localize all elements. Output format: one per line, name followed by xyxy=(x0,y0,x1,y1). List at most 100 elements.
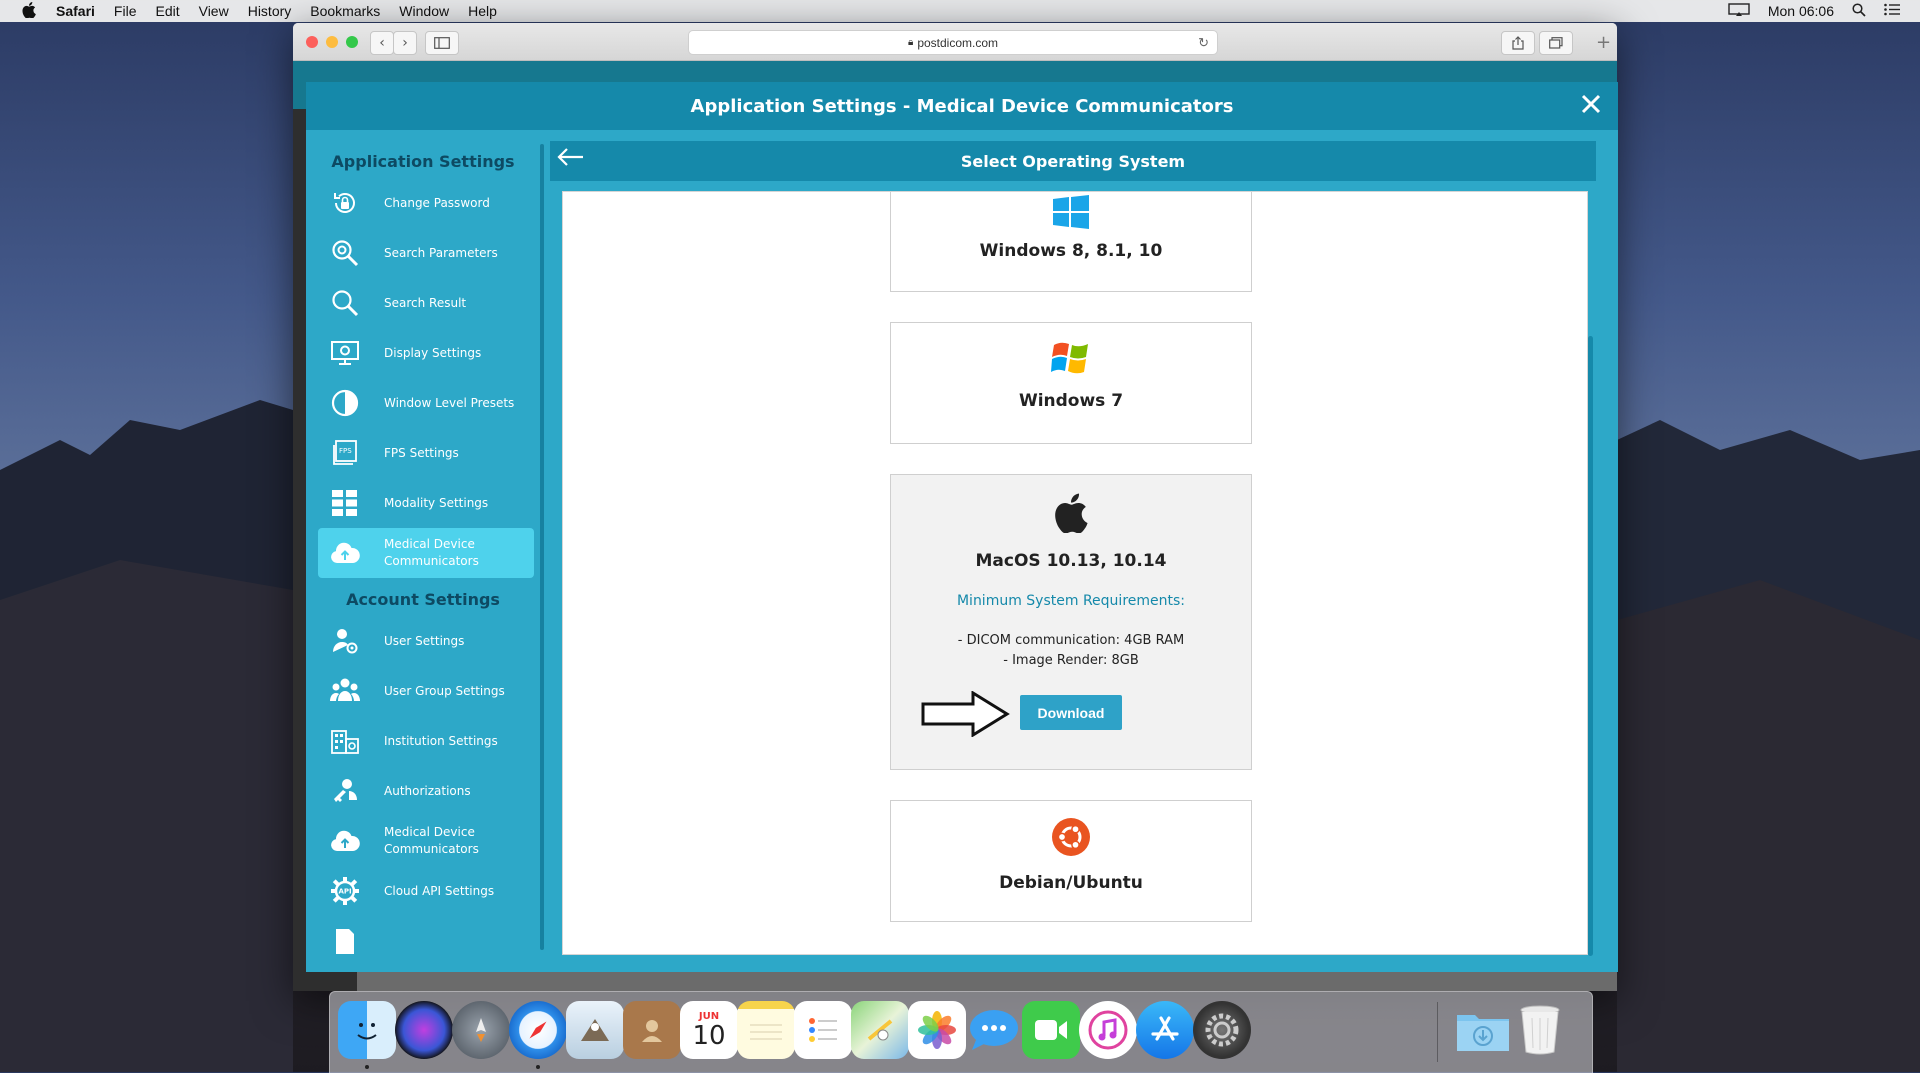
monitor-gear-icon xyxy=(330,338,360,368)
photos-icon[interactable] xyxy=(908,1001,966,1059)
sidebar-item-change-password[interactable]: Change Password xyxy=(318,178,534,228)
zoom-window-button[interactable] xyxy=(346,36,358,48)
menu-history[interactable]: History xyxy=(248,3,292,19)
pointer-arrow-icon xyxy=(921,691,1010,737)
search-gear-icon xyxy=(330,238,360,268)
chevron-left-icon: ‹ xyxy=(379,35,385,51)
back-arrow-button[interactable] xyxy=(556,145,588,177)
menu-safari[interactable]: Safari xyxy=(56,3,95,19)
spotlight-search-icon[interactable] xyxy=(1852,2,1866,20)
launchpad-icon[interactable] xyxy=(452,1001,510,1059)
new-tab-icon[interactable]: + xyxy=(1596,32,1611,53)
menu-bookmarks[interactable]: Bookmarks xyxy=(310,3,380,19)
sidebar-item-cloud-api-settings[interactable]: API Cloud API Settings xyxy=(318,866,534,916)
application-settings-heading: Application Settings xyxy=(331,152,515,171)
os-card-macos[interactable]: MacOS 10.13, 10.14 Minimum System Requir… xyxy=(890,474,1252,770)
os-card-windows-10[interactable]: Windows 8, 8.1, 10 xyxy=(890,192,1252,292)
contrast-icon xyxy=(330,388,360,418)
close-window-button[interactable] xyxy=(306,36,318,48)
downloads-folder-icon[interactable] xyxy=(1454,1001,1512,1059)
sidebar-item-partial[interactable] xyxy=(318,916,534,966)
sidebar-item-label: Search Parameters xyxy=(384,245,498,260)
user-gear-icon xyxy=(330,626,360,656)
sidebar-item-medical-device-communicators-account[interactable]: Medical Device Communicators xyxy=(318,816,534,866)
sidebar-item-authorizations[interactable]: Authorizations xyxy=(318,766,534,816)
panel-scrollbar[interactable] xyxy=(1588,336,1593,956)
menu-file[interactable]: File xyxy=(114,3,137,19)
sidebar-item-label: Cloud API Settings xyxy=(384,883,495,898)
reminders-icon[interactable] xyxy=(794,1001,852,1059)
calendar-icon[interactable]: JUN 10 xyxy=(680,1001,738,1059)
chevron-right-icon: › xyxy=(402,35,408,51)
grid-icon xyxy=(330,488,360,518)
sidebar-item-modality-settings[interactable]: Modality Settings xyxy=(318,478,534,528)
menu-edit[interactable]: Edit xyxy=(155,3,179,19)
close-modal-button[interactable] xyxy=(1576,90,1606,120)
reload-icon[interactable]: ↻ xyxy=(1198,35,1209,51)
sidebar-item-label: Window Level Presets xyxy=(384,395,515,410)
os-card-windows-7[interactable]: Windows 7 xyxy=(890,322,1252,444)
sidebar-item-label: User Settings xyxy=(384,633,465,648)
safari-app-icon[interactable] xyxy=(509,1001,567,1059)
sidebar-item-label: User Group Settings xyxy=(384,683,505,698)
sidebar-toggle-button[interactable] xyxy=(425,31,459,55)
menu-help[interactable]: Help xyxy=(468,3,497,19)
arrow-left-icon xyxy=(557,148,583,166)
os-selection-panel: Windows 8, 8.1, 10 Windows 7 MacOS 10.13… xyxy=(562,191,1588,955)
airplay-display-icon[interactable] xyxy=(1728,2,1750,20)
notification-center-icon[interactable] xyxy=(1884,3,1900,19)
sidebar-item-label: FPS Settings xyxy=(384,445,459,460)
messages-icon[interactable] xyxy=(965,1001,1023,1059)
key-user-icon xyxy=(330,776,360,806)
forward-button[interactable]: › xyxy=(393,31,417,55)
maps-icon[interactable] xyxy=(851,1001,909,1059)
sidebar-item-display-settings[interactable]: Display Settings xyxy=(318,328,534,378)
notes-icon[interactable] xyxy=(737,1001,795,1059)
macos-menu-bar: Safari File Edit View History Bookmarks … xyxy=(0,0,1920,22)
address-bar[interactable]: 🔒︎ postdicom.com ↻ xyxy=(688,30,1218,55)
svg-text:FPS: FPS xyxy=(339,447,352,455)
minimize-window-button[interactable] xyxy=(326,36,338,48)
download-row: Download xyxy=(891,691,1251,737)
menu-view[interactable]: View xyxy=(199,3,229,19)
close-icon xyxy=(1581,94,1601,114)
finder-icon[interactable] xyxy=(338,1001,396,1059)
calendar-month: JUN xyxy=(698,1010,720,1022)
mail-icon[interactable] xyxy=(566,1001,624,1059)
sidebar-item-search-parameters[interactable]: Search Parameters xyxy=(318,228,534,278)
sidebar-item-user-group-settings[interactable]: User Group Settings xyxy=(318,666,534,716)
sidebar-item-label: Medical Device Communicators xyxy=(384,537,479,568)
macos-dock: JUN 10 xyxy=(329,991,1593,1073)
siri-icon[interactable] xyxy=(395,1001,453,1059)
menu-window[interactable]: Window xyxy=(399,3,449,19)
fps-icon: FPS xyxy=(330,438,360,468)
account-settings-heading: Account Settings xyxy=(346,590,500,609)
tabs-overview-button[interactable] xyxy=(1539,31,1573,55)
requirement-line: - DICOM communication: 4GB RAM xyxy=(957,633,1185,648)
sidebar-item-window-level-presets[interactable]: Window Level Presets xyxy=(318,378,534,428)
trash-icon[interactable] xyxy=(1511,1001,1569,1059)
os-name: MacOS 10.13, 10.14 xyxy=(975,551,1167,571)
back-button[interactable]: ‹ xyxy=(370,31,394,55)
content-header: Select Operating System xyxy=(550,141,1596,181)
menubar-clock[interactable]: Mon 06:06 xyxy=(1768,3,1834,19)
app-store-icon[interactable] xyxy=(1136,1001,1194,1059)
sidebar-item-user-settings[interactable]: User Settings xyxy=(318,616,534,666)
sidebar-item-medical-device-communicators[interactable]: Medical Device Communicators xyxy=(318,528,534,578)
share-icon xyxy=(1512,36,1524,50)
contacts-icon[interactable] xyxy=(623,1001,681,1059)
share-button[interactable] xyxy=(1501,31,1535,55)
download-button[interactable]: Download xyxy=(1020,695,1122,730)
itunes-icon[interactable] xyxy=(1079,1001,1137,1059)
sidebar-item-fps-settings[interactable]: FPS FPS Settings xyxy=(318,428,534,478)
os-name: Windows 7 xyxy=(1018,391,1124,411)
sidebar-scrollbar[interactable] xyxy=(540,144,544,950)
sidebar-item-search-result[interactable]: Search Result xyxy=(318,278,534,328)
sidebar-item-label: Modality Settings xyxy=(384,495,489,510)
os-card-debian-ubuntu[interactable]: Debian/Ubuntu xyxy=(890,800,1252,922)
sidebar-item-institution-settings[interactable]: Institution Settings xyxy=(318,716,534,766)
cloud-upload-icon xyxy=(330,538,360,568)
apple-menu-icon[interactable] xyxy=(20,1,38,21)
facetime-icon[interactable] xyxy=(1022,1001,1080,1059)
system-preferences-icon[interactable] xyxy=(1193,1001,1251,1059)
